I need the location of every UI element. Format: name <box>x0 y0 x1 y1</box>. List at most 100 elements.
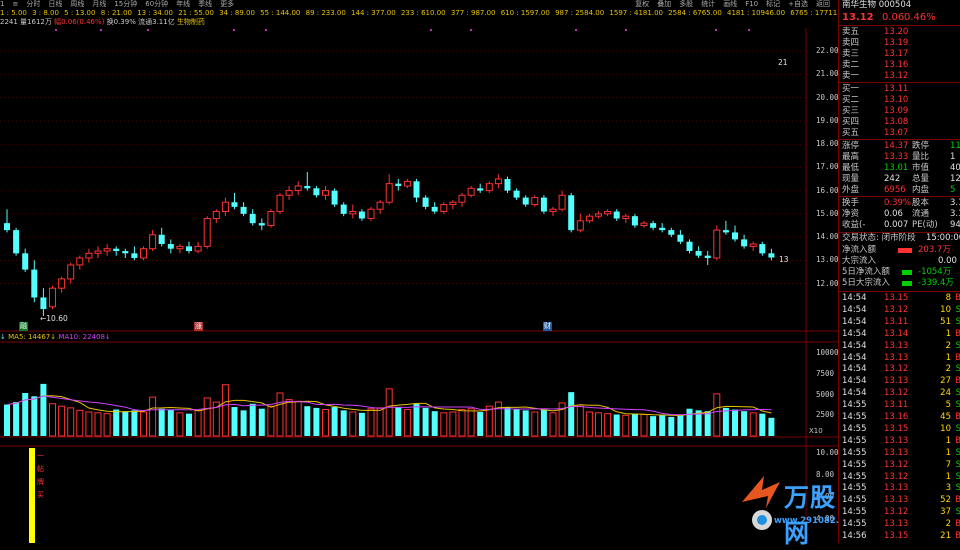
flow-label: 5日大宗流入 <box>842 278 890 288</box>
price-axis-label: 14.00 <box>816 232 839 242</box>
volume-bar <box>367 408 375 437</box>
candle-body <box>568 195 575 231</box>
volume-bar <box>513 409 520 436</box>
price-axis-label: 21.00 <box>816 69 839 79</box>
bid-row: 买四 13.08 <box>842 117 960 128</box>
tick-row: 14:55 13.13 1B <box>842 436 960 447</box>
top-marker <box>233 29 235 31</box>
tick-row: 14:54 13.12 24 S <box>842 388 960 399</box>
tick-volume: 2 <box>945 364 951 375</box>
tick-time: 14:55 <box>842 495 867 506</box>
volume-bar <box>349 411 357 437</box>
tick-time: 14:55 <box>842 423 867 434</box>
tick-volume: 24 <box>940 388 951 399</box>
stat-value: 94 <box>950 220 960 230</box>
volume-bar <box>422 407 429 436</box>
volume-bar <box>395 407 402 436</box>
volume-axis-label: 10000 <box>816 348 839 358</box>
tick-price: 13.13 <box>884 435 909 446</box>
tick-direction: S <box>956 483 960 494</box>
volume-bar <box>240 410 247 436</box>
ask-row: 卖五 13.20 <box>842 27 960 38</box>
volume-bar <box>595 412 602 437</box>
tick-time: 14:55 <box>842 459 867 470</box>
candle-body <box>668 230 675 235</box>
right-marker: 21 <box>778 58 788 67</box>
tick-volume: 45 <box>940 412 951 422</box>
candle-body <box>403 180 411 187</box>
tick-time: 14:55 <box>842 435 867 446</box>
volume-bar <box>440 412 448 437</box>
tick-price: 13.12 <box>884 364 909 375</box>
tick-volume: 1 <box>945 447 951 458</box>
trade-state-time: 15:00:00 <box>926 233 960 243</box>
tick-time: 14:55 <box>842 400 867 411</box>
tick-time: 14:54 <box>842 388 867 399</box>
volume-bar <box>741 411 748 436</box>
tick-volume: 7 <box>945 459 951 470</box>
volume-bar <box>376 407 384 437</box>
stat-label: 换手 <box>842 198 860 208</box>
tick-price: 13.12 <box>884 304 909 315</box>
top-marker <box>575 29 577 31</box>
candle-body <box>67 264 75 280</box>
tick-direction: B <box>955 531 960 542</box>
candle-body <box>531 197 539 206</box>
tick-price: 13.15 <box>884 423 909 434</box>
kline-chart[interactable] <box>0 0 838 543</box>
tick-row: 14:54 13.13 2S <box>842 341 960 352</box>
candle-body <box>741 239 748 247</box>
stat-value: 13.01 <box>884 163 909 173</box>
volume-bar <box>522 410 529 436</box>
volume-bar <box>467 408 475 437</box>
tick-direction: B <box>955 495 960 506</box>
event-marker-limit-up[interactable]: 涨 <box>194 322 203 331</box>
event-marker-financing[interactable]: 融 <box>19 322 28 331</box>
volume-bar <box>322 409 329 437</box>
candle-body <box>477 188 484 191</box>
indicator-vertical-text: 一 帖 牌 买 <box>37 452 44 499</box>
volume-bar <box>732 409 738 436</box>
candle-body <box>304 185 311 189</box>
bid-row: 买五 13.07 <box>842 128 960 139</box>
stat-value: 12 <box>950 174 960 184</box>
event-marker-finance[interactable]: 财 <box>543 322 552 331</box>
tick-time: 14:55 <box>842 471 867 482</box>
candle-body <box>276 194 284 213</box>
volume-bar <box>458 409 466 437</box>
tick-volume: 52 <box>940 495 951 506</box>
candle-body <box>131 253 138 258</box>
volume-bar <box>358 412 365 436</box>
candle-body <box>331 190 338 205</box>
flow-bar <box>902 270 912 275</box>
tick-time: 14:55 <box>842 412 867 422</box>
candle-body <box>713 229 721 259</box>
top-marker <box>748 29 750 31</box>
candle-body <box>513 190 520 198</box>
volume-bar <box>759 413 766 436</box>
ask-price: 13.16 <box>884 60 909 70</box>
volume-bar <box>249 403 256 436</box>
tick-time: 14:55 <box>842 447 867 458</box>
price-axis-label: 19.00 <box>816 115 839 125</box>
top-marker <box>715 29 717 31</box>
volume-bar <box>403 409 411 437</box>
indicator-signal-bar <box>29 448 35 543</box>
stat-row: 外盘 6956 内盘 5 <box>842 185 960 196</box>
candle-body <box>231 202 238 207</box>
volume-bar <box>122 411 129 436</box>
candle-body <box>31 269 38 298</box>
tick-volume: 10 <box>940 423 951 434</box>
ask-label: 卖三 <box>842 49 860 59</box>
candle-body <box>4 223 10 231</box>
volume-bar <box>221 384 229 437</box>
price-axis-label: 20.00 <box>816 92 839 102</box>
volume-bar <box>186 413 192 436</box>
tick-price: 13.12 <box>884 459 909 470</box>
stat-value: 3.1 <box>950 198 960 208</box>
flow-bar <box>898 248 912 253</box>
candle-body <box>267 211 275 226</box>
volume-bar <box>568 392 575 436</box>
candle-body <box>485 183 493 192</box>
tick-price: 13.12 <box>884 471 909 482</box>
